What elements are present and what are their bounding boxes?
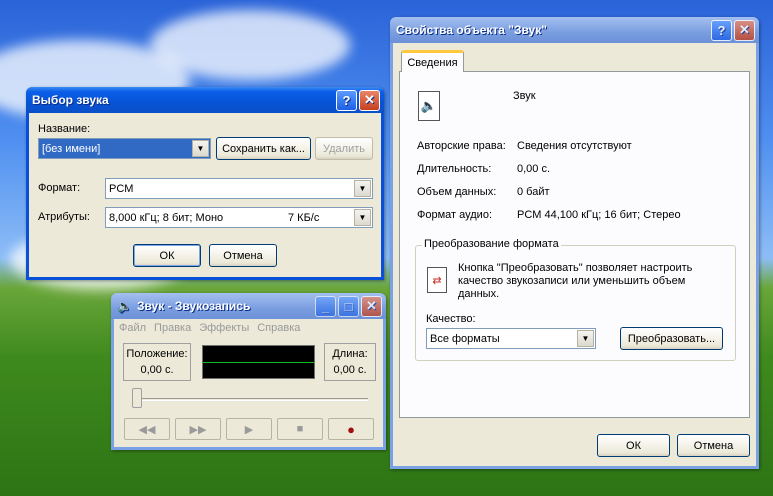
select-sound-dialog: Выбор звука ? ✕ Название: [без имени] ▼ … bbox=[26, 87, 384, 280]
transport-controls: ◀◀ ▶▶ ▶ ■ ● bbox=[124, 418, 379, 440]
close-button[interactable]: ✕ bbox=[734, 19, 755, 41]
position-value: 0,00 с. bbox=[140, 364, 174, 376]
background-cloud bbox=[150, 10, 350, 80]
tab-details-label: Сведения bbox=[407, 56, 458, 69]
group-title: Преобразование формата bbox=[422, 238, 561, 250]
menu-file[interactable]: Файл bbox=[119, 322, 146, 334]
group-description: Кнопка "Преобразовать" позволяет настрои… bbox=[458, 262, 693, 300]
menu-edit[interactable]: Правка bbox=[154, 322, 191, 334]
maximize-button[interactable]: □ bbox=[338, 295, 359, 317]
chevron-down-icon[interactable]: ▼ bbox=[577, 330, 594, 347]
seek-slider-thumb[interactable] bbox=[132, 388, 142, 408]
seek-track[interactable] bbox=[132, 398, 368, 401]
format-conversion-group: Преобразование формата ⇄ Кнопка "Преобра… bbox=[415, 238, 736, 361]
seek-end-button[interactable]: ▶▶ bbox=[175, 418, 221, 440]
close-button[interactable]: ✕ bbox=[359, 89, 380, 111]
audio-format-label: Формат аудио: bbox=[417, 209, 492, 221]
position-label: Положение: bbox=[126, 348, 188, 360]
convert-icon: ⇄ bbox=[427, 267, 447, 293]
properties-title: Свойства объекта "Звук" bbox=[396, 23, 547, 37]
format-combo-value: PCM bbox=[109, 182, 134, 195]
object-name: Звук bbox=[513, 90, 536, 102]
recorder-title: Звук - Звукозапись bbox=[136, 299, 251, 313]
chevron-down-icon[interactable]: ▼ bbox=[354, 209, 371, 226]
duration-label: Длительность: bbox=[417, 163, 492, 175]
record-button[interactable]: ● bbox=[328, 418, 374, 440]
properties-titlebar[interactable]: Свойства объекта "Звук" ? ✕ bbox=[390, 17, 759, 43]
select-sound-titlebar[interactable]: Выбор звука ? ✕ bbox=[26, 87, 384, 113]
sound-file-icon: 🔈 bbox=[418, 91, 440, 121]
name-combo[interactable]: [без имени] ▼ bbox=[38, 138, 211, 159]
ok-button[interactable]: ОК bbox=[597, 434, 670, 457]
data-size-value: 0 байт bbox=[517, 186, 550, 198]
seek-start-button[interactable]: ◀◀ bbox=[124, 418, 170, 440]
length-panel: Длина: 0,00 с. bbox=[324, 343, 376, 381]
help-button[interactable]: ? bbox=[711, 19, 732, 41]
play-button[interactable]: ▶ bbox=[226, 418, 272, 440]
position-panel: Положение: 0,00 с. bbox=[123, 343, 191, 381]
format-combo[interactable]: PCM ▼ bbox=[105, 178, 373, 199]
speaker-icon: 🔈 bbox=[117, 299, 132, 313]
help-button[interactable]: ? bbox=[336, 89, 357, 111]
waveform-line bbox=[203, 362, 314, 363]
length-label: Длина: bbox=[332, 348, 368, 360]
delete-button[interactable]: Удалить bbox=[315, 137, 373, 160]
chevron-down-icon[interactable]: ▼ bbox=[354, 180, 371, 197]
menu-effects[interactable]: Эффекты bbox=[199, 322, 249, 334]
attributes-combo[interactable]: 8,000 кГц; 8 бит; Моно 7 КБ/с ▼ bbox=[105, 207, 373, 228]
convert-button[interactable]: Преобразовать... bbox=[620, 327, 723, 350]
menu-help[interactable]: Справка bbox=[257, 322, 300, 334]
audio-format-value: PCM 44,100 кГц; 16 бит; Стерео bbox=[517, 209, 681, 221]
quality-label: Качество: bbox=[426, 313, 476, 325]
data-size-label: Объем данных: bbox=[417, 186, 497, 198]
cancel-button[interactable]: Отмена bbox=[677, 434, 750, 457]
menu-bar: Файл Правка Эффекты Справка bbox=[114, 319, 383, 337]
name-combo-value: [без имени] bbox=[42, 142, 101, 155]
length-value: 0,00 с. bbox=[333, 364, 367, 376]
cancel-button[interactable]: Отмена bbox=[209, 244, 277, 267]
copyright-label: Авторские права: bbox=[417, 140, 506, 152]
quality-combo[interactable]: Все форматы ▼ bbox=[426, 328, 596, 349]
sound-properties-dialog: Свойства объекта "Звук" ? ✕ Сведения 🔈 З… bbox=[390, 17, 759, 469]
name-label: Название: bbox=[38, 123, 91, 135]
recorder-titlebar[interactable]: 🔈 Звук - Звукозапись _ □ ✕ bbox=[111, 293, 386, 319]
save-as-button[interactable]: Сохранить как... bbox=[216, 137, 311, 160]
waveform-display bbox=[202, 345, 315, 379]
chevron-down-icon[interactable]: ▼ bbox=[192, 140, 209, 157]
attributes-combo-rate: 7 КБ/с bbox=[288, 211, 320, 224]
stop-button[interactable]: ■ bbox=[277, 418, 323, 440]
ok-button[interactable]: ОК bbox=[133, 244, 201, 267]
duration-value: 0,00 с. bbox=[517, 163, 551, 175]
tab-panel: 🔈 Звук Авторские права: Сведения отсутст… bbox=[399, 71, 750, 418]
minimize-button[interactable]: _ bbox=[315, 295, 336, 317]
attributes-combo-value: 8,000 кГц; 8 бит; Моно bbox=[109, 211, 224, 224]
format-label: Формат: bbox=[38, 182, 81, 194]
select-sound-title: Выбор звука bbox=[32, 93, 109, 107]
quality-combo-value: Все форматы bbox=[430, 332, 500, 345]
copyright-value: Сведения отсутствуют bbox=[517, 140, 632, 152]
close-button[interactable]: ✕ bbox=[361, 295, 382, 317]
tab-details[interactable]: Сведения bbox=[401, 50, 464, 72]
attributes-label: Атрибуты: bbox=[38, 211, 90, 223]
sound-recorder-window: 🔈 Звук - Звукозапись _ □ ✕ Файл Правка Э… bbox=[111, 293, 386, 450]
